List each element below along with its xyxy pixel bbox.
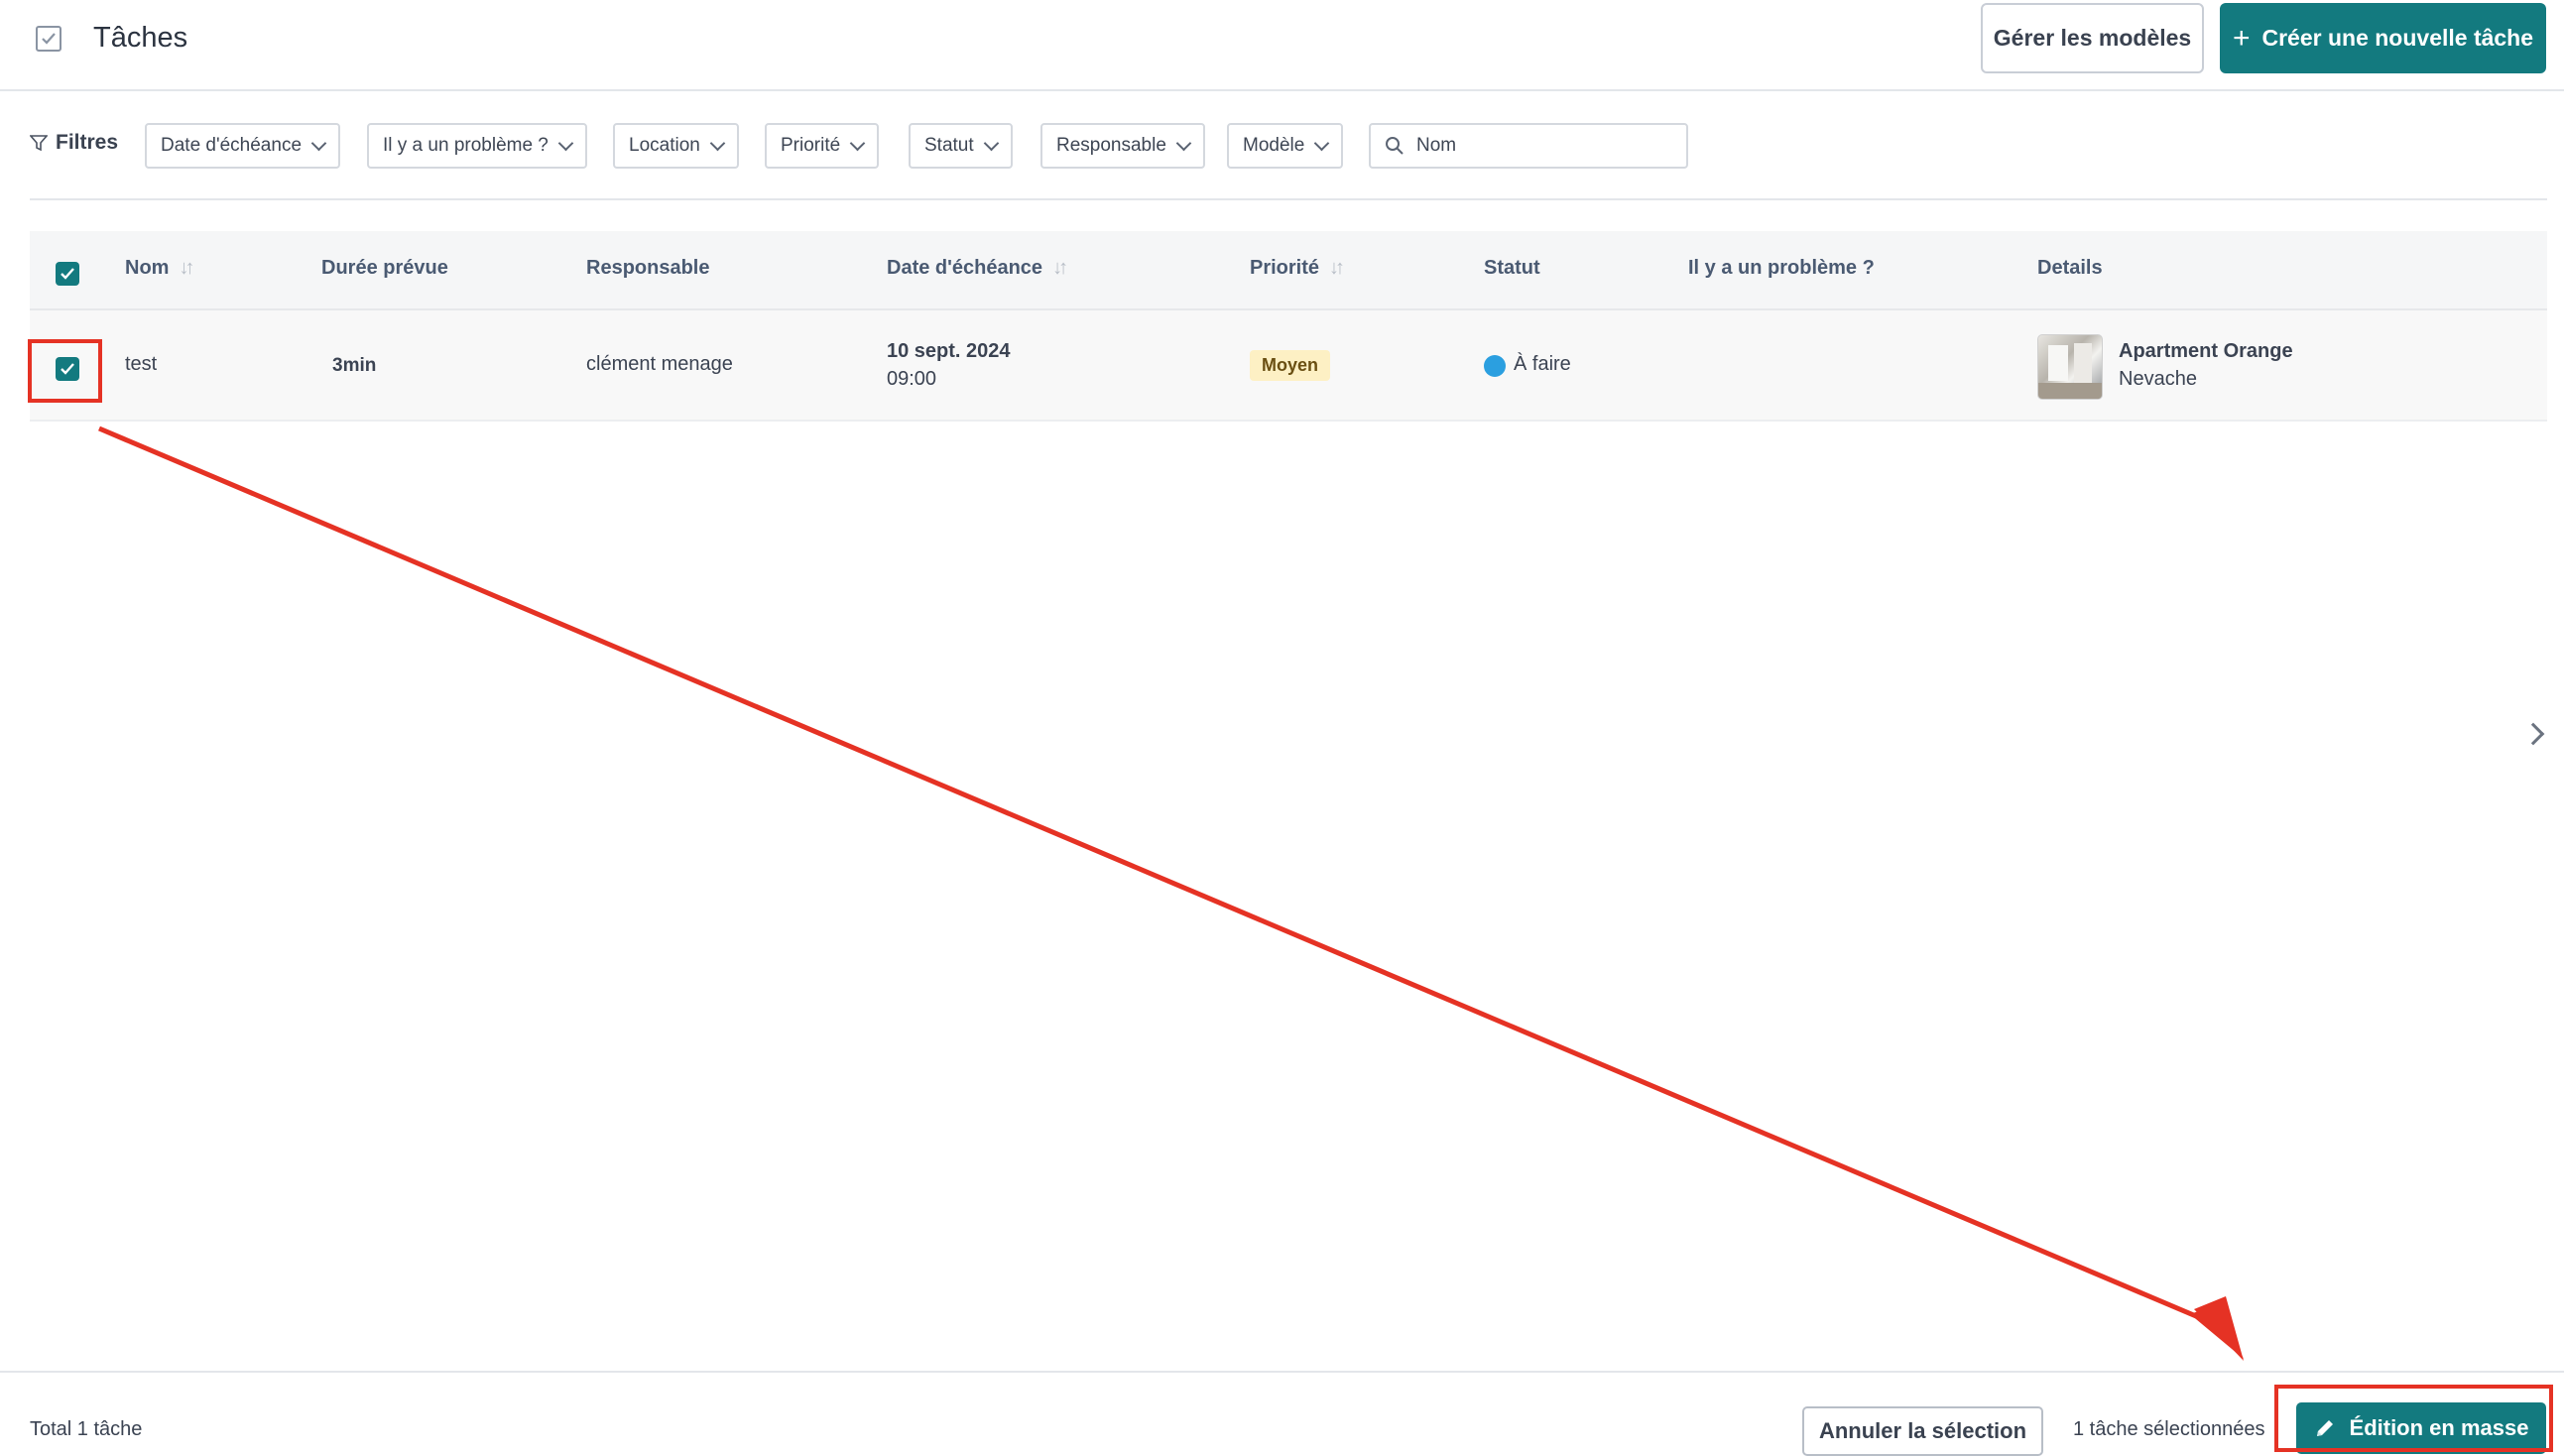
task-name[interactable]: test [125,353,157,376]
selection-footer: Total 1 tâche Annuler la sélection 1 tâc… [0,1371,2564,1456]
column-header-assignee: Responsable [586,257,710,279]
create-task-button[interactable]: + Créer une nouvelle tâche [2220,3,2546,73]
task-due-time: 09:00 [887,368,937,390]
task-status: À faire [1514,353,1571,375]
task-duration: 3min [332,355,377,376]
column-header-due-date[interactable]: Date d'échéance ↓↑ [887,257,1068,280]
checkbox-icon [36,26,61,52]
filter-assignee[interactable]: Responsable [1040,123,1205,169]
selected-count: 1 tâche sélectionnées [2073,1418,2265,1440]
column-header-duration: Durée prévue [321,257,448,279]
page-title: Tâches [93,22,188,54]
column-header-problem: Il y a un problème ? [1688,257,1875,279]
column-header-details: Details [2037,257,2103,279]
chevron-down-icon [557,135,574,151]
filter-bar: Filtres Date d'échéance Il y a un problè… [0,119,2564,175]
plus-icon: + [2232,21,2251,55]
annotation-arrow [98,425,2244,1361]
chevron-down-icon [1175,135,1192,151]
chevron-right-icon[interactable] [2521,722,2545,746]
status-dot-icon [1484,355,1506,377]
column-header-priority[interactable]: Priorité ↓↑ [1250,257,1345,280]
filter-priority[interactable]: Priorité [765,123,880,169]
chevron-down-icon [709,135,726,151]
table-header: Nom ↓↑ Durée prévue Responsable Date d'éc… [30,231,2547,310]
property-thumbnail [2037,334,2103,400]
search-placeholder: Nom [1416,135,1457,156]
page-header: Tâches Gérer les modèles + Créer une nou… [0,0,2564,91]
sort-icon: ↓↑ [1329,257,1345,279]
cancel-selection-button[interactable]: Annuler la sélection [1802,1406,2043,1456]
property-location: Nevache [2119,368,2197,390]
column-header-status: Statut [1484,257,1540,279]
chevron-down-icon [1314,135,1330,151]
table-row[interactable]: test 3min clément menage 10 sept. 2024 0… [30,310,2547,422]
filter-due-date[interactable]: Date d'échéance [145,123,341,169]
filter-status[interactable]: Statut [909,123,1013,169]
create-task-label: Créer une nouvelle tâche [2261,25,2534,51]
manage-templates-button[interactable]: Gérer les modèles [1981,3,2204,73]
filters-label: Filtres [30,131,118,155]
sort-icon: ↓↑ [1052,257,1068,279]
column-header-name[interactable]: Nom ↓↑ [125,257,194,280]
select-all-checkbox[interactable] [56,262,79,286]
filter-problem[interactable]: Il y a un problème ? [367,123,587,169]
filter-location[interactable]: Location [613,123,739,169]
divider [30,198,2547,200]
chevron-down-icon [310,135,327,151]
priority-badge: Moyen [1250,350,1331,381]
total-count: Total 1 tâche [30,1418,143,1440]
task-assignee: clément menage [586,353,733,375]
funnel-icon [30,135,48,152]
chevron-down-icon [983,135,999,151]
annotation-highlight-checkbox [28,339,102,403]
task-due-date: 10 sept. 2024 [887,340,1011,362]
search-input[interactable]: Nom [1369,123,1688,169]
search-icon [1386,137,1404,155]
sort-icon: ↓↑ [179,257,194,279]
annotation-highlight-bulk-edit [2274,1385,2553,1452]
chevron-down-icon [849,135,866,151]
property-name[interactable]: Apartment Orange [2119,340,2293,363]
filter-template[interactable]: Modèle [1227,123,1344,169]
